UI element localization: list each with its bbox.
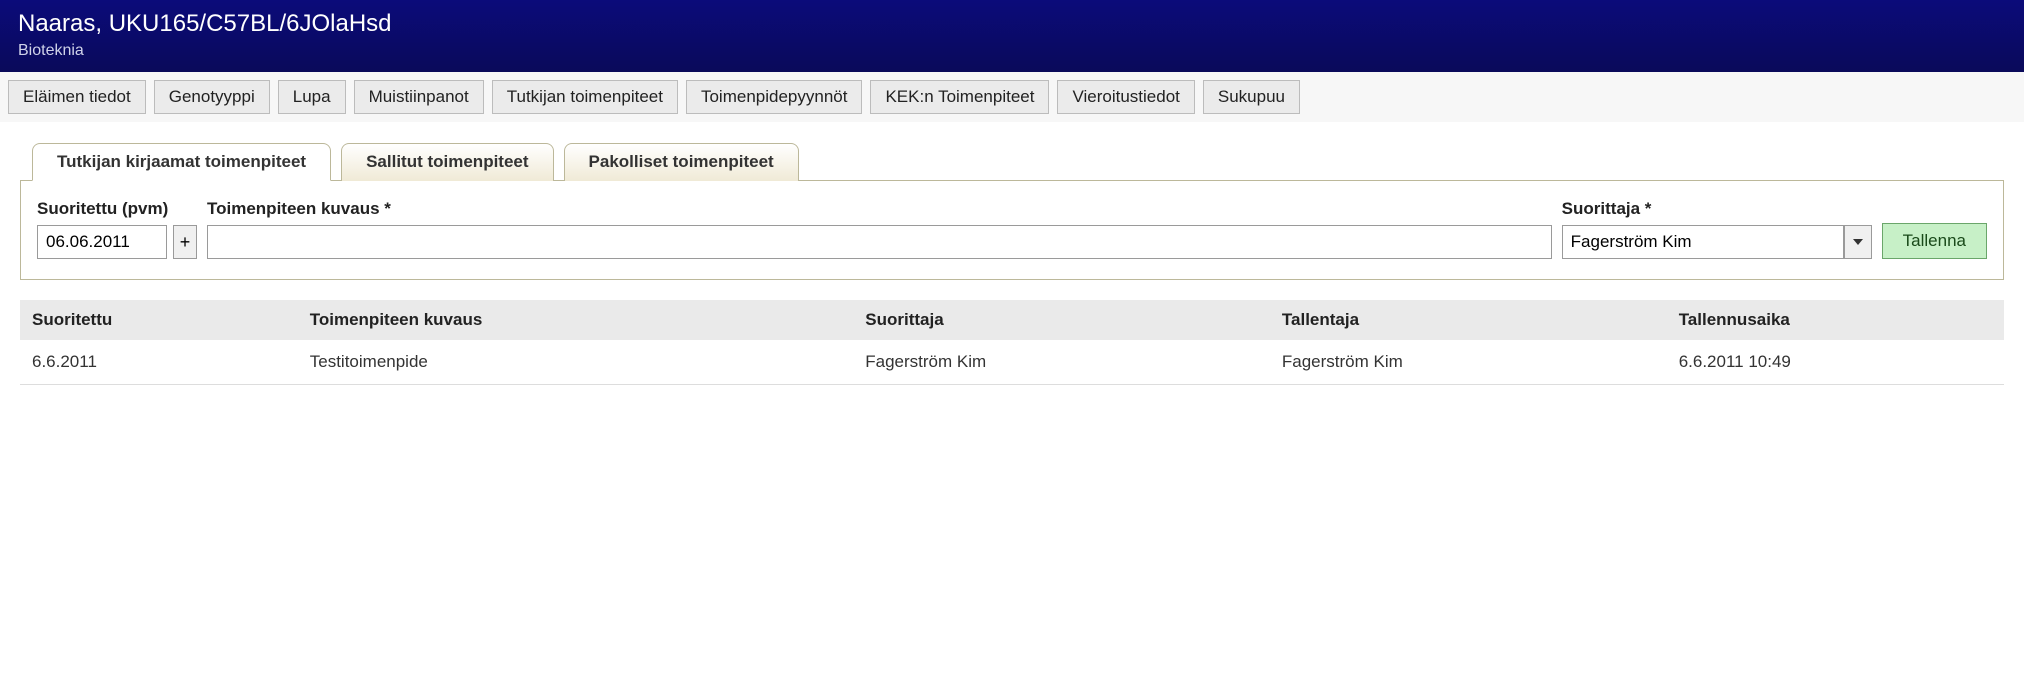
page-subtitle: Bioteknia (18, 42, 2006, 60)
page-header: Naaras, UKU165/C57BL/6JOlaHsd Bioteknia (0, 0, 2024, 72)
th-suoritettu: Suoritettu (20, 300, 298, 340)
table-row: 6.6.2011 Testitoimenpide Fagerström Kim … (20, 340, 2004, 385)
performer-label: Suorittaja * (1562, 199, 1872, 219)
date-input[interactable] (37, 225, 167, 259)
nav-permit[interactable]: Lupa (278, 80, 346, 114)
table-header-row: Suoritettu Toimenpiteen kuvaus Suorittaj… (20, 300, 2004, 340)
cell-tallennusaika: 6.6.2011 10:49 (1667, 340, 2004, 385)
performer-field-group: Suorittaja * (1562, 199, 1872, 259)
cell-suoritettu: 6.6.2011 (20, 340, 298, 385)
save-button[interactable]: Tallenna (1882, 223, 1987, 259)
date-input-wrap: + (37, 225, 197, 259)
date-label: Suoritettu (pvm) (37, 199, 197, 219)
nav-researcher-procedures[interactable]: Tutkijan toimenpiteet (492, 80, 678, 114)
th-kuvaus: Toimenpiteen kuvaus (298, 300, 854, 340)
nav-animal-info[interactable]: Eläimen tiedot (8, 80, 146, 114)
tab-strip: Tutkijan kirjaamat toimenpiteet Sallitut… (20, 142, 2004, 180)
date-picker-button[interactable]: + (173, 225, 197, 259)
cell-tallentaja: Fagerström Kim (1270, 340, 1667, 385)
description-input[interactable] (207, 225, 1552, 259)
nav-notes[interactable]: Muistiinpanot (354, 80, 484, 114)
th-tallentaja: Tallentaja (1270, 300, 1667, 340)
performer-select[interactable] (1562, 225, 1872, 259)
dropdown-arrow-icon[interactable] (1844, 225, 1872, 259)
th-suorittaja: Suorittaja (853, 300, 1270, 340)
tab-allowed-procedures[interactable]: Sallitut toimenpiteet (341, 143, 553, 181)
page-title: Naaras, UKU165/C57BL/6JOlaHsd (18, 10, 2006, 38)
nav-kek-procedures[interactable]: KEK:n Toimenpiteet (870, 80, 1049, 114)
tab-container: Tutkijan kirjaamat toimenpiteet Sallitut… (20, 142, 2004, 280)
tab-researcher-recorded[interactable]: Tutkijan kirjaamat toimenpiteet (32, 143, 331, 181)
tab-mandatory-procedures[interactable]: Pakolliset toimenpiteet (564, 143, 799, 181)
content-area: Tutkijan kirjaamat toimenpiteet Sallitut… (0, 122, 2024, 395)
nav-pedigree[interactable]: Sukupuu (1203, 80, 1300, 114)
cell-kuvaus: Testitoimenpide (298, 340, 854, 385)
th-tallennusaika: Tallennusaika (1667, 300, 2004, 340)
procedures-table: Suoritettu Toimenpiteen kuvaus Suorittaj… (20, 300, 2004, 385)
performer-input[interactable] (1562, 225, 1844, 259)
nav-weaning-info[interactable]: Vieroitustiedot (1057, 80, 1194, 114)
date-field-group: Suoritettu (pvm) + (37, 199, 197, 259)
description-label: Toimenpiteen kuvaus * (207, 199, 1552, 219)
main-navbar: Eläimen tiedot Genotyyppi Lupa Muistiinp… (0, 72, 2024, 122)
form-row: Suoritettu (pvm) + Toimenpiteen kuvaus *… (37, 199, 1987, 259)
nav-procedure-requests[interactable]: Toimenpidepyynnöt (686, 80, 862, 114)
cell-suorittaja: Fagerström Kim (853, 340, 1270, 385)
tab-panel: Suoritettu (pvm) + Toimenpiteen kuvaus *… (20, 180, 2004, 280)
description-field-group: Toimenpiteen kuvaus * (207, 199, 1552, 259)
nav-genotype[interactable]: Genotyyppi (154, 80, 270, 114)
